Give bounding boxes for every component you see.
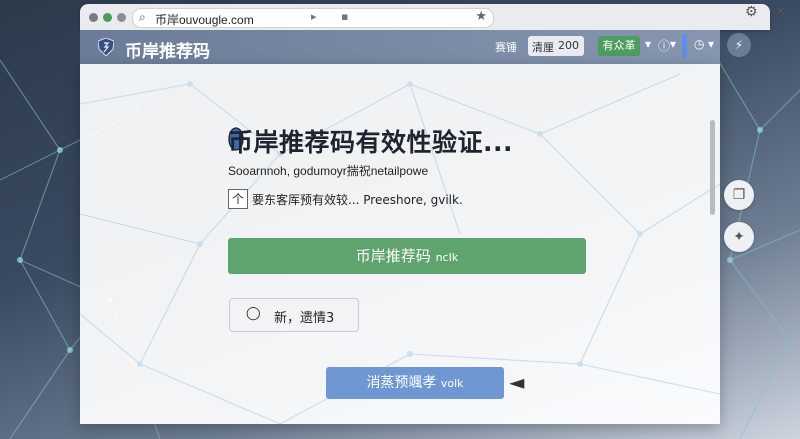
settings-icon[interactable]: ⚙ xyxy=(745,4,758,20)
close-icon[interactable]: ✕ xyxy=(775,4,787,20)
app-title: 币岸推荐码 xyxy=(125,42,210,62)
comment-button-label: 新，遗情3 xyxy=(274,311,335,326)
pin-icon[interactable]: ✦ xyxy=(724,222,754,252)
primary-button-suffix: ncIk xyxy=(435,251,459,264)
chevron-down-icon[interactable]: ▾ xyxy=(670,37,676,51)
bookmark-star-icon[interactable]: ★ xyxy=(475,9,487,24)
search-icon: ⌕ xyxy=(139,10,146,24)
header-accent-bar xyxy=(682,34,687,58)
agreement-checkbox[interactable]: 个 xyxy=(228,189,248,209)
primary-verify-button[interactable]: 币岸推荐码 ncIk xyxy=(228,238,586,274)
secondary-button-label: 消蒸预颯孝 xyxy=(366,375,437,391)
clipboard-icon[interactable]: ❐ xyxy=(724,180,754,210)
header-label[interactable]: 赛锤 xyxy=(495,39,517,55)
comment-icon: ◯ xyxy=(246,306,261,321)
primary-button-label: 币岸推荐码 xyxy=(355,247,431,265)
browser-toolbar: ⌕ 币岸ouvougle.com ▸ ▪ ★ xyxy=(80,4,770,30)
info-icon[interactable]: ⓘ xyxy=(658,37,670,54)
secondary-button[interactable]: 消蒸预颯孝 volk xyxy=(326,367,504,399)
chevron-down-icon[interactable]: ▾ xyxy=(645,37,651,51)
chevron-down-icon[interactable]: ▾ xyxy=(708,37,714,51)
arrow-left-icon: ◄ xyxy=(509,370,525,394)
header-counter-label: 清厘 xyxy=(532,41,554,54)
comment-button[interactable]: ◯ 新，遗情3 xyxy=(229,298,359,332)
window-minimize-dot[interactable] xyxy=(103,13,112,22)
address-bar[interactable]: ⌕ 币岸ouvougle.com ▸ ▪ ★ xyxy=(132,8,494,28)
header-counter-value: 200 xyxy=(558,39,579,52)
app-header: 币岸推荐码 赛锤 清厘 200 有众革 ▾ ⓘ ▾ ◷ ▾ xyxy=(80,30,720,64)
logo-shield-icon xyxy=(98,38,114,56)
header-action-button[interactable]: 有众革 xyxy=(598,36,640,56)
agreement-label: 要东客厍预有效较... Preeshore, gvilk. xyxy=(252,193,463,207)
window-close-dot[interactable] xyxy=(89,13,98,22)
secondary-button-suffix: volk xyxy=(440,377,464,390)
page-title: 币岸推荐码有效性验证... xyxy=(228,128,513,157)
window-maximize-dot[interactable] xyxy=(117,13,126,22)
extension-icon[interactable]: ▪ xyxy=(341,10,348,23)
scrollbar[interactable] xyxy=(710,120,715,215)
url-text[interactable]: 币岸ouvougle.com xyxy=(155,11,254,28)
clock-icon[interactable]: ◷ xyxy=(694,37,704,51)
play-icon[interactable]: ▸ xyxy=(311,10,317,23)
lightning-icon[interactable]: ⚡ xyxy=(727,33,751,57)
header-counter-field[interactable]: 清厘 200 xyxy=(528,36,584,56)
page-subtitle: Sooarnnoh, godumoyr揣祝netailpowe xyxy=(228,164,429,178)
